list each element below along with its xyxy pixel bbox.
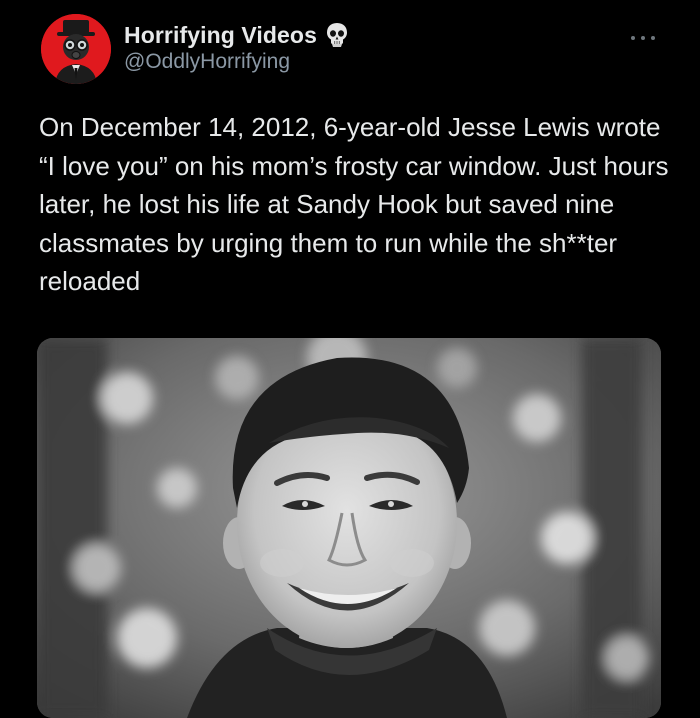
skull-icon <box>325 22 349 48</box>
gas-mask-figure-icon <box>41 14 111 84</box>
tweet-media-photo[interactable] <box>37 338 661 718</box>
more-horizontal-icon[interactable] <box>628 31 658 43</box>
boy-portrait-photo <box>37 338 661 718</box>
author-name-row: Horrifying Videos <box>124 20 349 50</box>
tweet-text: On December 14, 2012, 6-year-old Jesse L… <box>39 112 669 296</box>
tweet-author: Horrifying Videos @OddlyHorrifying <box>124 20 349 80</box>
author-handle[interactable]: @OddlyHorrifying <box>124 50 349 74</box>
author-display-name[interactable]: Horrifying Videos <box>124 22 317 49</box>
author-avatar[interactable] <box>41 14 111 84</box>
tweet-card: Horrifying Videos @OddlyHorrifying On De… <box>0 0 700 718</box>
